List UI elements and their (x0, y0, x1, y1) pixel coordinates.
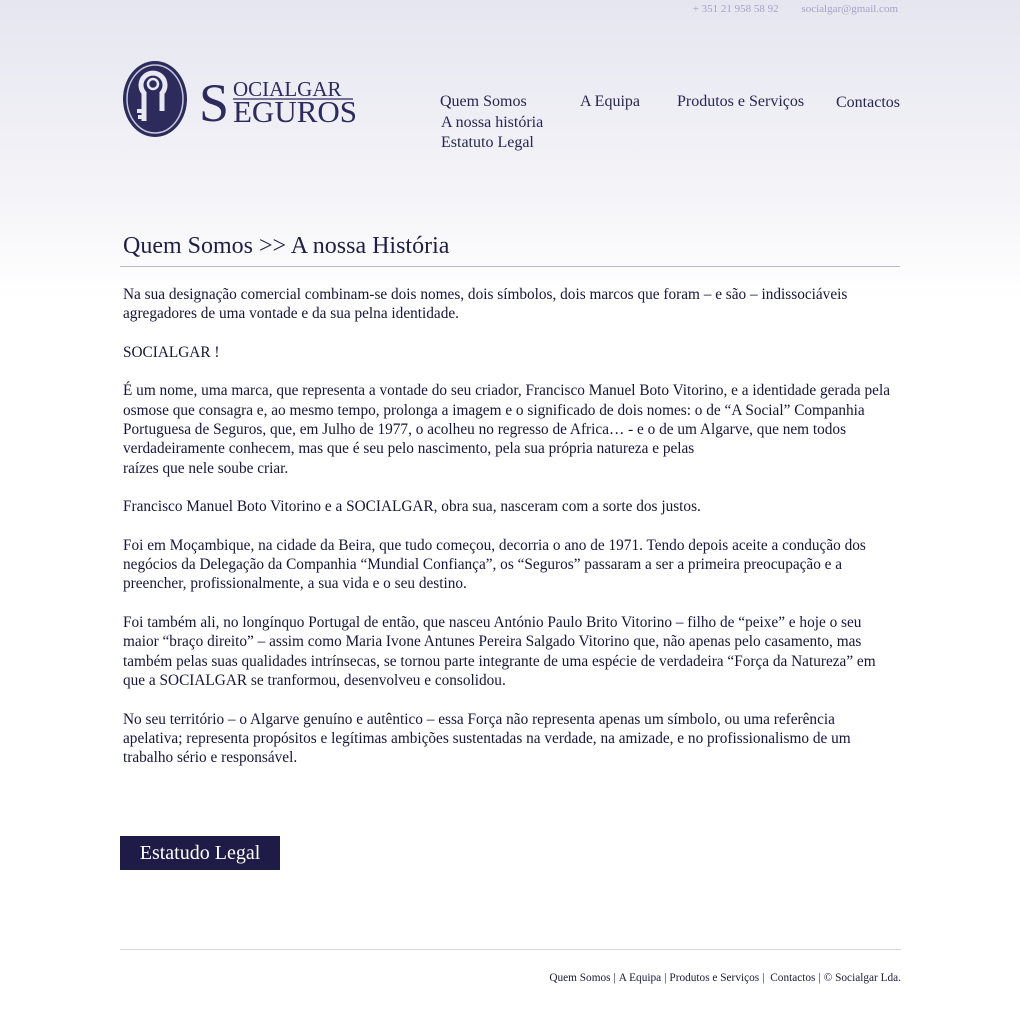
nav-sub-nossa-historia[interactable]: A nossa história (441, 114, 543, 132)
paragraph: É um nome, uma marca, que representa a v… (123, 381, 898, 478)
footer-contactos[interactable]: Contactos (770, 972, 815, 984)
footer-produtos-servicos[interactable]: Produtos e Serviços (669, 972, 759, 984)
nav-a-equipa[interactable]: A Equipa (580, 93, 640, 111)
nav-produtos-servicos[interactable]: Produtos e Serviços (677, 93, 804, 111)
paragraph-text: É um nome, uma marca, que representa a v… (123, 382, 891, 458)
footer-divider (120, 949, 901, 950)
nav-contactos[interactable]: Contactos (836, 94, 900, 112)
paragraph: SOCIALGAR ! (123, 343, 220, 361)
paragraph: No seu território – o Algarve genuíno e … (123, 710, 851, 767)
page-title: Quem Somos >> A nossa História (123, 233, 450, 259)
title-divider (120, 266, 900, 267)
paragraph: Francisco Manuel Boto Vitorino e a SOCIA… (123, 498, 701, 516)
phone-number: + 351 21 958 58 92 (692, 3, 779, 15)
email-address[interactable]: socialgar@gmail.com (801, 3, 898, 15)
history-content: Na sua designação comercial combinam-se … (123, 285, 898, 787)
estatuto-legal-button[interactable]: Estatudo Legal (120, 836, 280, 870)
paragraph: Na sua designação comercial combinam-se … (123, 286, 848, 323)
footer-copyright: © Socialgar Lda. (823, 972, 901, 984)
main-nav: Quem Somos A nossa história Estatuto Leg… (0, 93, 1020, 163)
paragraph: Foi em Moçambique, na cidade da Beira, q… (123, 536, 866, 593)
paragraph-tail: raízes que nele soube criar. (123, 459, 289, 477)
contact-bar: + 351 21 958 58 92 socialgar@gmail.com (693, 3, 898, 15)
nav-quem-somos[interactable]: Quem Somos (440, 93, 527, 111)
footer-links: Quem Somos | A Equipa | Produtos e Serviços |… (549, 972, 901, 984)
nav-sub-estatuto-legal[interactable]: Estatuto Legal (441, 134, 534, 152)
footer-a-equipa[interactable]: A Equipa (619, 972, 661, 984)
paragraph: Foi também ali, no longínquo Portugal de… (123, 613, 876, 690)
footer-quem-somos[interactable]: Quem Somos (549, 972, 610, 984)
